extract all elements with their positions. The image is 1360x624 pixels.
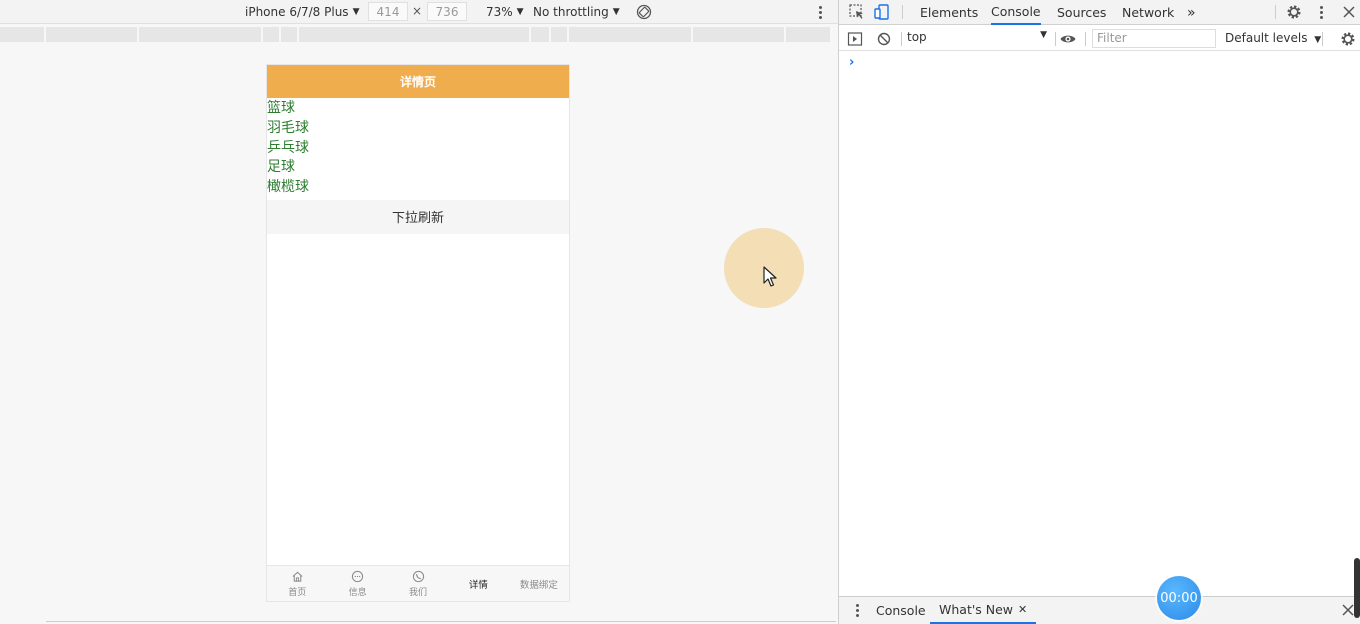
page-title: 详情页: [399, 75, 436, 89]
tab-label: 首页: [288, 587, 307, 598]
devtools-tab-bar: Elements Console Sources Network »: [839, 0, 1360, 25]
list-item[interactable]: 乒乓球: [267, 139, 569, 159]
device-select[interactable]: iPhone 6/7/8 Plus ▼: [245, 4, 359, 20]
context-select[interactable]: top ▼: [907, 30, 1047, 47]
home-icon: [292, 571, 303, 582]
list-item[interactable]: 足球: [267, 158, 569, 178]
device-emulation-area: iPhone 6/7/8 Plus ▼ 414 × 736 73% ▼ No thr…: [0, 0, 838, 624]
dimension-separator: ×: [412, 4, 423, 18]
chevron-down-icon: ▼: [352, 7, 360, 17]
tab-elements[interactable]: Elements: [920, 0, 978, 25]
tab-about[interactable]: 我们: [388, 566, 448, 601]
sidebar-toggle-icon[interactable]: [846, 30, 864, 48]
rotate-icon[interactable]: [636, 4, 652, 20]
chevron-down-icon: ▼: [612, 7, 620, 17]
tab-home[interactable]: 首页: [267, 566, 327, 601]
drawer-menu-icon[interactable]: [853, 602, 861, 618]
chat-icon: [351, 570, 364, 582]
tab-console[interactable]: Console: [991, 0, 1041, 25]
tab-label: 我们: [409, 587, 428, 598]
throttling-select[interactable]: No throttling ▼: [533, 4, 620, 20]
divider: [46, 621, 836, 622]
filter-input[interactable]: Filter: [1092, 29, 1216, 48]
tab-label: 数据绑定: [519, 579, 558, 591]
list-item[interactable]: 篮球: [267, 99, 569, 119]
app-header: 详情页: [267, 65, 569, 98]
inspect-icon[interactable]: [848, 3, 866, 21]
device-toggle-icon[interactable]: [873, 3, 891, 21]
devtools-panel: Elements Console Sources Network » top ▼: [838, 0, 1360, 624]
scrollbar[interactable]: [1354, 558, 1360, 618]
more-options-icon[interactable]: [816, 4, 824, 20]
tab-label: 详情: [468, 579, 488, 591]
pull-refresh-button[interactable]: 下拉刷新: [267, 199, 569, 234]
drawer-tab-whats-new[interactable]: What's New ✕: [930, 597, 1037, 624]
height-input[interactable]: 736: [427, 2, 467, 21]
tab-detail[interactable]: 详情: [448, 566, 508, 601]
list-item[interactable]: 橄榄球: [267, 178, 569, 198]
more-tabs-icon[interactable]: »: [1187, 0, 1196, 25]
drawer-tab-console[interactable]: Console: [876, 597, 926, 624]
device-name: iPhone 6/7/8 Plus: [245, 5, 349, 19]
context-value: top: [907, 30, 927, 44]
chevron-down-icon: ▼: [516, 7, 524, 17]
more-options-icon[interactable]: [1317, 4, 1325, 20]
sport-list: 篮球 羽毛球 乒乓球 足球 橄榄球: [267, 98, 569, 198]
mouse-cursor-icon: [763, 266, 777, 287]
drawer-tab-label: What's New: [939, 602, 1014, 617]
tab-label: 信息: [348, 587, 367, 598]
log-levels-select[interactable]: Default levels ▼: [1225, 31, 1321, 45]
settings-gear-icon[interactable]: [1285, 3, 1303, 21]
console-settings-icon[interactable]: [1339, 30, 1357, 48]
log-levels-value: Default levels: [1225, 31, 1308, 45]
eye-icon[interactable]: [1059, 30, 1077, 48]
close-icon[interactable]: [1340, 3, 1358, 21]
tab-network[interactable]: Network: [1122, 0, 1174, 25]
media-query-bar[interactable]: [0, 27, 838, 42]
close-tab-icon[interactable]: ✕: [1018, 603, 1027, 616]
chevron-down-icon: ▼: [1314, 35, 1322, 45]
console-toolbar: top ▼ Filter Default levels ▼: [839, 26, 1360, 51]
throttling-value: No throttling: [533, 5, 609, 19]
device-toolbar: iPhone 6/7/8 Plus ▼ 414 × 736 73% ▼ No thr…: [0, 0, 838, 24]
tab-bar: 首页 信息 我们 详情 数据绑定: [267, 565, 569, 601]
zoom-select[interactable]: 73% ▼: [486, 4, 524, 20]
device-viewport: 详情页 篮球 羽毛球 乒乓球 足球 橄榄球 下拉刷新 首页 信息 我们 详情 数…: [266, 64, 570, 602]
list-item[interactable]: 羽毛球: [267, 119, 569, 139]
clear-console-icon[interactable]: [875, 30, 893, 48]
recording-timer[interactable]: 00:00: [1157, 576, 1201, 620]
width-input[interactable]: 414: [368, 2, 408, 21]
zoom-value: 73%: [486, 5, 513, 19]
chevron-down-icon: ▼: [1040, 30, 1047, 40]
tab-sources[interactable]: Sources: [1057, 0, 1106, 25]
phone-icon: [412, 570, 424, 582]
tab-data-binding[interactable]: 数据绑定: [509, 566, 569, 601]
console-prompt[interactable]: ›: [849, 55, 854, 70]
devtools-drawer-tabbar: Console What's New ✕: [839, 596, 1360, 624]
pull-refresh-label: 下拉刷新: [391, 211, 444, 227]
tab-messages[interactable]: 信息: [327, 566, 387, 601]
